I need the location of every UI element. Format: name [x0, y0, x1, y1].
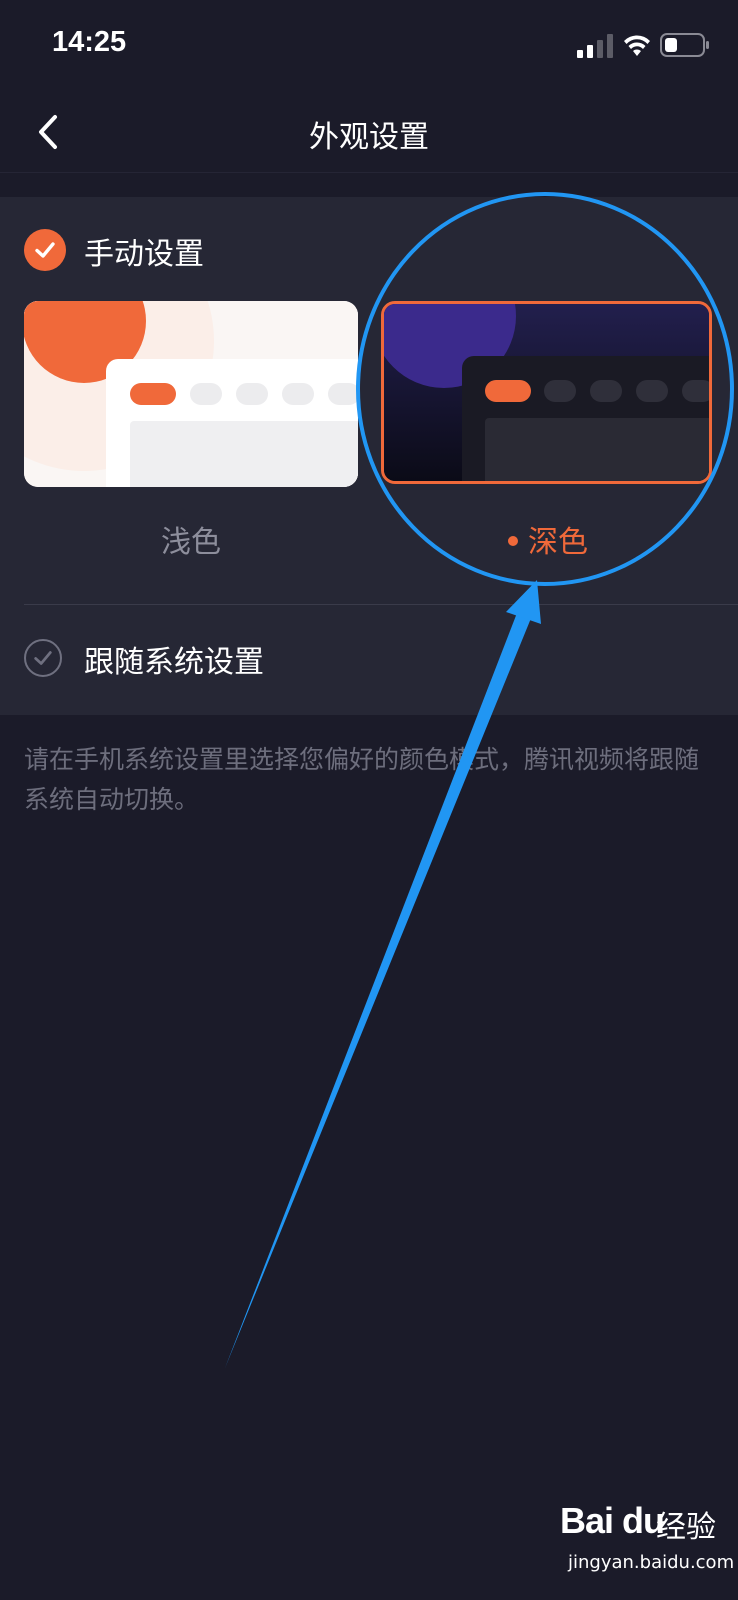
appearance-card: 手动设置 浅色 深色 跟随系统设置	[0, 197, 738, 715]
annotation-arrow	[225, 600, 536, 1368]
battery-icon	[660, 33, 709, 57]
light-theme-label: 浅色	[161, 525, 221, 560]
status-bar: 14:25	[0, 0, 738, 92]
wifi-icon	[624, 35, 650, 56]
light-theme-option[interactable]	[24, 301, 358, 487]
status-time: 14:25	[52, 26, 127, 58]
appearance-settings-screen: 14:25 外观设置 手动设置 浅色 深色 跟随系统设置 请在手机系统设置里选择…	[0, 0, 738, 1600]
baidu-jingyan-watermark: Bai du 经验 jingyan.baidu.com	[560, 1490, 734, 1590]
watermark-url: jingyan.baidu.com	[568, 1552, 735, 1573]
watermark-logo: Bai du	[560, 1500, 665, 1541]
light-theme-preview	[24, 301, 358, 487]
follow-system-label: 跟随系统设置	[84, 645, 264, 680]
manual-setting-label: 手动设置	[84, 237, 204, 272]
nav-bar: 外观设置	[0, 92, 738, 173]
watermark-cn: 经验	[656, 1510, 716, 1545]
dark-theme-caption: 深色	[381, 517, 715, 561]
unchecked-circle-icon	[24, 639, 62, 677]
dark-theme-label: 深色	[528, 525, 588, 560]
page-title: 外观设置	[309, 120, 429, 155]
checked-circle-icon	[24, 229, 66, 271]
dark-theme-preview	[384, 304, 709, 481]
follow-system-row[interactable]: 跟随系统设置	[0, 605, 738, 713]
signal-icon	[577, 34, 613, 58]
selected-dot-icon	[508, 535, 518, 546]
dark-theme-option[interactable]	[381, 301, 712, 484]
manual-setting-row[interactable]: 手动设置	[0, 197, 738, 297]
hint-text: 请在手机系统设置里选择您偏好的颜色模式，腾讯视频将跟随系统自动切换。	[24, 745, 700, 814]
